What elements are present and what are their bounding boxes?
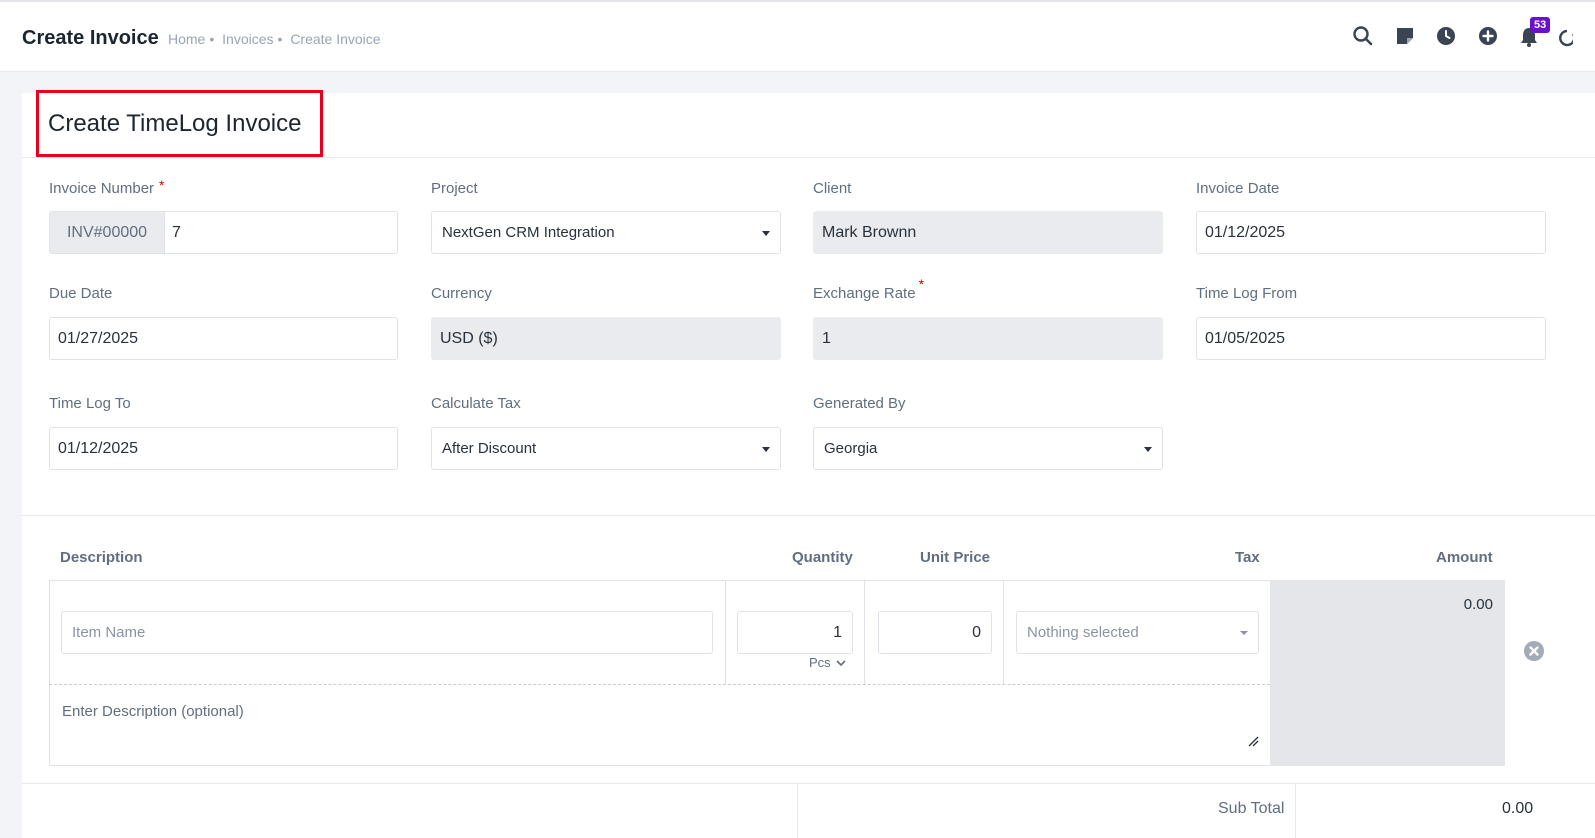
due-date-value: 01/27/2025 bbox=[58, 329, 139, 347]
exchange-rate-label: Exchange Rate* bbox=[813, 276, 925, 302]
invoice-number-value[interactable]: 7 bbox=[172, 224, 181, 242]
cell-divider bbox=[864, 580, 865, 684]
totals-cell-divider bbox=[1295, 784, 1296, 838]
chevron-down-icon bbox=[762, 231, 770, 236]
client-field: Mark Brownn bbox=[813, 211, 1163, 254]
breadcrumb-current: Create Invoice bbox=[290, 31, 381, 47]
tax-placeholder: Nothing selected bbox=[1027, 624, 1139, 641]
chevron-down-icon bbox=[836, 660, 846, 667]
due-date-field[interactable]: 01/27/2025 bbox=[49, 317, 398, 360]
cell-divider bbox=[725, 580, 726, 684]
invoice-prefix: INV#00000 bbox=[50, 212, 165, 253]
clock-icon[interactable] bbox=[1435, 25, 1457, 47]
page-title: Create Invoice bbox=[22, 27, 159, 49]
generated-by-value: Georgia bbox=[824, 440, 878, 457]
invoice-date-field[interactable]: 01/12/2025 bbox=[1196, 211, 1546, 254]
generated-by-select[interactable]: Georgia bbox=[813, 427, 1163, 470]
breadcrumb-separator: • bbox=[209, 31, 215, 47]
invoice-number-field[interactable]: INV#00000 7 bbox=[49, 211, 398, 254]
resize-handle-icon[interactable] bbox=[1247, 735, 1259, 747]
generated-by-label: Generated By bbox=[813, 395, 906, 412]
currency-field: USD ($) bbox=[431, 317, 781, 360]
power-icon[interactable] bbox=[1559, 26, 1573, 48]
time-log-to-value: 01/12/2025 bbox=[58, 439, 139, 457]
project-value: NextGen CRM Integration bbox=[442, 224, 615, 241]
client-value: Mark Brownn bbox=[822, 223, 917, 241]
item-name-input[interactable]: Item Name bbox=[61, 611, 713, 654]
time-log-from-value: 01/05/2025 bbox=[1205, 329, 1286, 347]
chevron-down-icon bbox=[762, 447, 770, 452]
unit-select[interactable]: Pcs bbox=[809, 655, 846, 670]
amount-cell: 0.00 bbox=[1270, 580, 1505, 766]
project-select[interactable]: NextGen CRM Integration bbox=[431, 211, 781, 254]
invoice-number-label: Invoice Number * bbox=[49, 177, 165, 197]
breadcrumb-separator: • bbox=[277, 31, 283, 47]
subtotal-label: Sub Total bbox=[1218, 800, 1285, 817]
time-log-from-field[interactable]: 01/05/2025 bbox=[1196, 317, 1546, 360]
chevron-down-icon bbox=[1144, 447, 1152, 452]
breadcrumb-home[interactable]: Home bbox=[168, 31, 205, 47]
calculate-tax-select[interactable]: After Discount bbox=[431, 427, 781, 470]
description-textarea[interactable]: Enter Description (optional) bbox=[62, 703, 244, 720]
subtotal-value: 0.00 bbox=[1502, 800, 1534, 817]
chevron-down-icon bbox=[1240, 631, 1248, 635]
calculate-tax-label: Calculate Tax bbox=[431, 395, 521, 412]
column-tax: Tax bbox=[1235, 549, 1260, 566]
quantity-input[interactable]: 1 bbox=[737, 611, 853, 654]
client-label: Client bbox=[813, 180, 852, 197]
notification-badge: 53 bbox=[1530, 17, 1551, 33]
cell-divider bbox=[1003, 580, 1004, 684]
unit-price-input[interactable]: 0 bbox=[878, 611, 992, 654]
totals-divider bbox=[22, 783, 1595, 784]
breadcrumb: Home • Invoices • Create Invoice bbox=[168, 31, 385, 47]
column-amount: Amount bbox=[1436, 549, 1493, 566]
tax-select[interactable]: Nothing selected bbox=[1016, 611, 1259, 654]
column-quantity: Quantity bbox=[792, 549, 853, 566]
time-log-from-label: Time Log From bbox=[1196, 285, 1298, 302]
totals-cell-divider bbox=[797, 784, 798, 838]
currency-label: Currency bbox=[431, 285, 492, 302]
plus-circle-icon[interactable] bbox=[1477, 25, 1499, 47]
column-description: Description bbox=[60, 549, 143, 566]
time-log-to-label: Time Log To bbox=[49, 395, 131, 412]
column-unit-price: Unit Price bbox=[920, 549, 991, 566]
section-divider bbox=[22, 515, 1595, 516]
search-icon[interactable] bbox=[1352, 25, 1374, 47]
invoice-date-value: 01/12/2025 bbox=[1205, 223, 1286, 241]
invoice-date-label: Invoice Date bbox=[1196, 180, 1280, 197]
remove-item-icon[interactable] bbox=[1523, 640, 1545, 662]
sticky-note-icon[interactable] bbox=[1394, 25, 1416, 47]
row-separator bbox=[49, 684, 1270, 685]
invoice-card: Create TimeLog Invoice Invoice Number * I… bbox=[22, 90, 1595, 838]
project-label: Project bbox=[431, 180, 478, 197]
card-title: Create TimeLog Invoice bbox=[48, 110, 302, 137]
exchange-rate-field[interactable]: 1 bbox=[813, 317, 1163, 360]
calculate-tax-value: After Discount bbox=[442, 440, 537, 457]
amount-value: 0.00 bbox=[1463, 596, 1493, 613]
time-log-to-field[interactable]: 01/12/2025 bbox=[49, 427, 398, 470]
breadcrumb-invoices[interactable]: Invoices bbox=[222, 31, 273, 47]
currency-value: USD ($) bbox=[440, 329, 498, 347]
exchange-rate-value: 1 bbox=[822, 329, 831, 347]
due-date-label: Due Date bbox=[49, 285, 113, 302]
